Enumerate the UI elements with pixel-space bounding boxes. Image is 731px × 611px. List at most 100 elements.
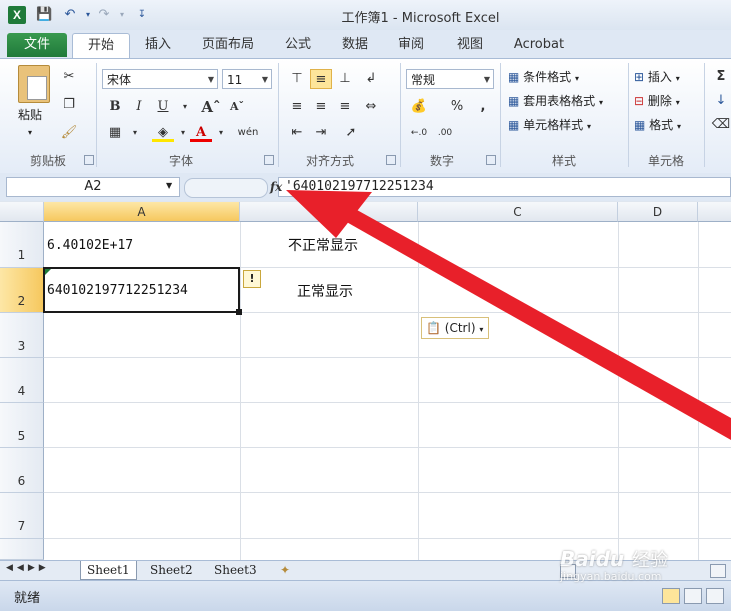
fill-icon[interactable]: ↓ bbox=[710, 91, 731, 111]
sheet-tab-2[interactable]: Sheet2 bbox=[144, 561, 199, 579]
formula-bar-splitter[interactable] bbox=[184, 178, 268, 198]
row-header-2[interactable]: 2 bbox=[0, 268, 44, 313]
copy-icon[interactable]: ❐ bbox=[58, 95, 80, 115]
hscroll-right-icon[interactable] bbox=[710, 564, 726, 578]
cell-b2[interactable]: 正常显示 bbox=[297, 281, 353, 301]
select-all-corner[interactable] bbox=[0, 202, 44, 222]
tab-data[interactable]: 数据 bbox=[335, 33, 375, 57]
increase-font-icon[interactable]: Aˆ bbox=[200, 97, 222, 117]
paste-icon[interactable] bbox=[18, 65, 50, 103]
column-header-c[interactable]: C bbox=[418, 202, 618, 222]
font-color-dropdown-icon[interactable]: ▾ bbox=[210, 123, 232, 143]
row-header-6[interactable]: 6 bbox=[0, 448, 44, 493]
increase-decimal-icon[interactable]: ←.0 bbox=[408, 123, 430, 143]
comma-icon[interactable]: , bbox=[472, 97, 494, 117]
format-cells-button[interactable]: ▦ 格式 ▾ bbox=[634, 115, 681, 135]
tab-review[interactable]: 审阅 bbox=[393, 33, 429, 57]
phonetic-icon[interactable]: wén bbox=[236, 123, 260, 143]
cell-a2[interactable]: 640102197712251234 bbox=[47, 283, 188, 298]
row-header-8[interactable] bbox=[0, 539, 44, 560]
decrease-decimal-icon[interactable]: .00 bbox=[434, 123, 456, 143]
merge-center-icon[interactable]: ⇔ bbox=[360, 97, 382, 117]
tab-page-layout[interactable]: 页面布局 bbox=[196, 33, 260, 57]
error-triangle-icon bbox=[45, 269, 51, 275]
align-left-icon[interactable]: ≡ bbox=[286, 97, 308, 117]
align-top-icon[interactable]: ⊤ bbox=[286, 69, 308, 89]
clipboard-icon: 📋 bbox=[426, 321, 441, 335]
align-right-icon[interactable]: ≡ bbox=[334, 97, 356, 117]
row-header-7[interactable]: 7 bbox=[0, 493, 44, 539]
bold-icon[interactable]: B bbox=[104, 97, 126, 117]
new-sheet-icon[interactable]: ✦ bbox=[274, 561, 296, 579]
alignment-launcher-icon[interactable] bbox=[386, 155, 396, 165]
number-launcher-icon[interactable] bbox=[486, 155, 496, 165]
group-label-cells: 单元格 bbox=[647, 154, 684, 168]
column-header-a[interactable]: A bbox=[44, 202, 240, 222]
ribbon-tabs: 文件 开始 插入 页面布局 公式 数据 审阅 视图 Acrobat bbox=[0, 30, 731, 59]
column-header-d[interactable]: D bbox=[618, 202, 698, 222]
paste-options-button[interactable]: 📋 (Ctrl) ▾ bbox=[421, 317, 489, 339]
underline-dropdown-icon[interactable]: ▾ bbox=[174, 97, 196, 117]
table-format-button[interactable]: ▦ 套用表格格式 ▾ bbox=[508, 91, 603, 111]
sheet-nav-arrows-icon[interactable]: ◀◀▶▶ bbox=[6, 563, 50, 573]
fill-handle[interactable] bbox=[236, 309, 242, 315]
align-center-icon[interactable]: ≡ bbox=[310, 97, 332, 117]
decrease-font-icon[interactable]: Aˇ bbox=[226, 97, 248, 117]
normal-view-icon[interactable] bbox=[662, 588, 680, 604]
autosum-icon[interactable]: Σ bbox=[710, 67, 731, 87]
delete-cells-button[interactable]: ⊟ 删除 ▾ bbox=[634, 91, 680, 111]
clipboard-launcher-icon[interactable] bbox=[84, 155, 94, 165]
error-warning-icon[interactable]: ! bbox=[243, 270, 261, 288]
column-header-b[interactable] bbox=[240, 202, 418, 222]
insert-cells-button[interactable]: ⊞ 插入 ▾ bbox=[634, 67, 680, 87]
tab-file[interactable]: 文件 bbox=[7, 33, 67, 57]
align-middle-icon[interactable]: ≡ bbox=[310, 69, 332, 89]
format-painter-icon[interactable]: 🖌 bbox=[58, 123, 80, 143]
name-box[interactable]: A2 bbox=[6, 177, 180, 197]
increase-indent-icon[interactable]: ⇥ bbox=[310, 123, 332, 143]
underline-icon[interactable]: U bbox=[152, 97, 174, 117]
clear-icon[interactable]: ⌫ bbox=[710, 115, 731, 135]
percent-icon[interactable]: % bbox=[446, 97, 468, 117]
paste-label[interactable]: 粘贴 bbox=[18, 105, 42, 125]
column-header-e[interactable] bbox=[698, 202, 731, 222]
tab-insert[interactable]: 插入 bbox=[138, 33, 178, 57]
currency-icon[interactable]: 💰 bbox=[408, 97, 430, 117]
font-size-combo[interactable]: 11 ▼ bbox=[222, 69, 272, 89]
row-header-1[interactable]: 1 bbox=[0, 222, 44, 268]
formula-input[interactable]: '640102197712251234 bbox=[278, 177, 731, 197]
tab-view[interactable]: 视图 bbox=[450, 33, 490, 57]
tab-home[interactable]: 开始 bbox=[72, 33, 130, 59]
cell-styles-button[interactable]: ▦ 单元格样式 ▾ bbox=[508, 115, 591, 135]
row-header-4[interactable]: 4 bbox=[0, 358, 44, 403]
cut-icon[interactable]: ✂ bbox=[58, 67, 80, 87]
orientation-icon[interactable]: ➚ bbox=[340, 123, 362, 143]
number-format-combo[interactable]: 常规 ▼ bbox=[406, 69, 494, 89]
paste-dropdown-icon[interactable]: ▾ bbox=[28, 123, 32, 143]
group-label-clipboard: 剪贴板 bbox=[29, 154, 66, 168]
font-name-combo[interactable]: 宋体 ▼ bbox=[102, 69, 218, 89]
row-header-3[interactable]: 3 bbox=[0, 313, 44, 358]
cell-b1[interactable]: 不正常显示 bbox=[288, 235, 358, 255]
italic-icon[interactable]: I bbox=[128, 97, 150, 117]
sheet-tab-1[interactable]: Sheet1 bbox=[80, 561, 137, 580]
tab-acrobat[interactable]: Acrobat bbox=[508, 33, 570, 57]
row-header-5[interactable]: 5 bbox=[0, 403, 44, 448]
page-layout-view-icon[interactable] bbox=[684, 588, 702, 604]
cell-a1[interactable]: 6.40102E+17 bbox=[47, 238, 133, 253]
align-bottom-icon[interactable]: ⊥ bbox=[334, 69, 356, 89]
borders-dropdown-icon[interactable]: ▾ bbox=[124, 123, 146, 143]
tab-formulas[interactable]: 公式 bbox=[280, 33, 316, 57]
worksheet-grid[interactable]: A C D 1 2 3 4 5 6 7 6.40102E+17 不正常显示 64… bbox=[0, 202, 731, 560]
font-launcher-icon[interactable] bbox=[264, 155, 274, 165]
decrease-indent-icon[interactable]: ⇤ bbox=[286, 123, 308, 143]
page-break-view-icon[interactable] bbox=[706, 588, 724, 604]
sheet-tab-3[interactable]: Sheet3 bbox=[208, 561, 263, 579]
conditional-format-button[interactable]: ▦ 条件格式 ▾ bbox=[508, 67, 579, 87]
font-color-icon[interactable]: A bbox=[190, 123, 212, 142]
insert-function-icon[interactable]: fx bbox=[270, 177, 288, 197]
borders-icon[interactable]: ▦ bbox=[104, 123, 126, 143]
chevron-down-icon[interactable]: ▼ bbox=[166, 181, 172, 190]
fill-color-icon[interactable]: ◈ bbox=[152, 123, 174, 142]
wrap-text-icon[interactable]: ↲ bbox=[360, 69, 382, 89]
